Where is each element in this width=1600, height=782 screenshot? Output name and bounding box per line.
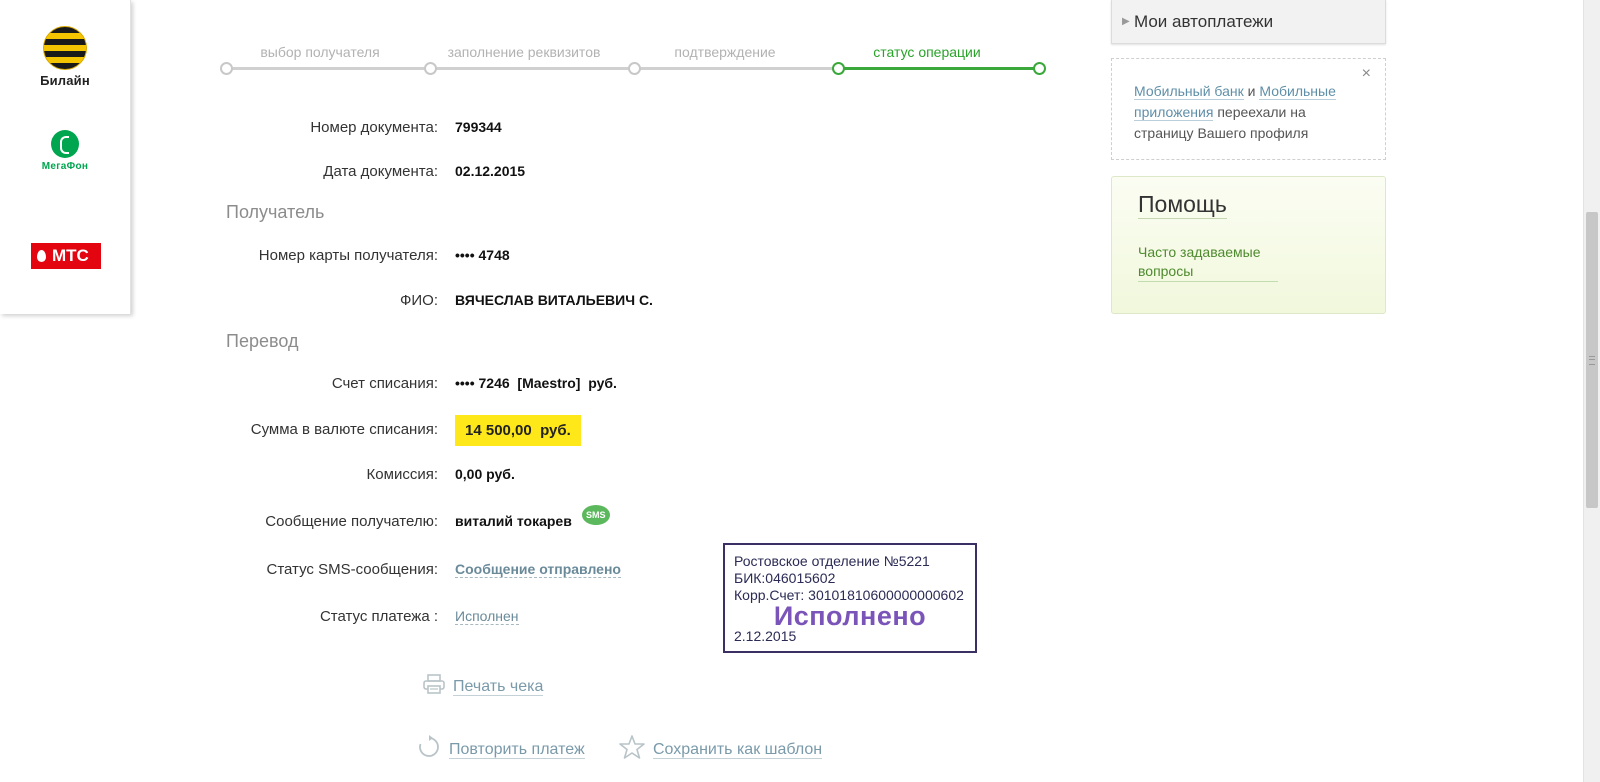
progress-steps: выбор получателя заполнение реквизитов п… (220, 40, 1046, 80)
faq-link[interactable]: Часто задаваемые вопросы (1138, 243, 1278, 282)
doc-number-row: Номер документа: 799344 (0, 119, 1000, 143)
beeline-label: Билайн (40, 73, 90, 88)
save-template-button[interactable]: Сохранить как шаблон (619, 735, 823, 764)
sms-status-label: Статус SMS-сообщения: (266, 561, 439, 578)
step-dot-4 (832, 62, 845, 75)
amount-label: Сумма в валюте списания: (250, 421, 438, 438)
card-value: •••• 4748 (455, 247, 510, 263)
notice-and: и (1243, 83, 1260, 99)
beeline-logo[interactable]: Билайн (0, 26, 130, 88)
printer-icon (423, 674, 445, 699)
moved-notice: × Мобильный банк и Мобильные приложения … (1111, 58, 1386, 160)
sms-status-link[interactable]: Сообщение отправлено (455, 561, 621, 578)
doc-date-label: Дата документа: (323, 163, 438, 180)
section-recipient: Получатель (226, 202, 325, 222)
card-row: Номер карты получателя: •••• 4748 (0, 247, 1000, 271)
doc-number-label: Номер документа: (310, 119, 438, 136)
my-autopayments-link[interactable]: ▶ Мои автоплатежи (1111, 0, 1386, 44)
star-icon (619, 735, 645, 764)
save-template-label: Сохранить как шаблон (653, 740, 823, 759)
stamp-branch: Ростовское отделение №5221 (734, 553, 930, 569)
account-value: •••• 7246 [Maestro] руб. (455, 375, 617, 391)
fio-label: ФИО: (399, 292, 438, 309)
doc-number-value: 799344 (455, 119, 502, 135)
payment-status-label: Статус платежа : (319, 608, 438, 625)
sms-status-value-wrap: Сообщение отправлено (455, 561, 621, 578)
message-value-wrap: виталий токарев SMS (455, 505, 610, 533)
bank-stamp: Ростовское отделение №5221 БИК:046015602… (723, 543, 977, 653)
stamp-bik: БИК:046015602 (734, 570, 836, 586)
my-autopayments-label: Мои автоплатежи (1134, 12, 1274, 31)
help-box: Помощь Часто задаваемые вопросы (1111, 176, 1386, 314)
fee-value: 0,00 руб. (455, 466, 515, 482)
scrollbar-thumb[interactable] (1586, 212, 1598, 508)
mobile-bank-link[interactable]: Мобильный банк (1134, 83, 1244, 100)
beeline-icon (43, 26, 87, 70)
amount-row: Сумма в валюте списания: 14 500,00 руб. (0, 415, 1000, 446)
fio-value: ВЯЧЕСЛАВ ВИТАЛЬЕВИЧ С. (455, 292, 653, 308)
fio-row: ФИО: ВЯЧЕСЛАВ ВИТАЛЬЕВИЧ С. (0, 292, 1000, 316)
doc-date-row: Дата документа: 02.12.2015 (0, 163, 1000, 187)
amount-value: 14 500,00 руб. (455, 415, 581, 446)
account-label: Счет списания: (331, 375, 438, 392)
grip-icon (1589, 356, 1595, 365)
repeat-payment-button[interactable]: Повторить платеж (417, 735, 585, 764)
message-label: Сообщение получателю: (265, 513, 438, 530)
repeat-icon (417, 735, 441, 764)
step-label-3: подтверждение (674, 44, 776, 60)
fee-row: Комиссия: 0,00 руб. (0, 466, 1000, 490)
step-dot-5 (1033, 62, 1046, 75)
print-receipt-button[interactable]: Печать чека (423, 674, 544, 699)
step-label-1: выбор получателя (260, 44, 380, 60)
section-transfer: Перевод (226, 331, 299, 351)
step-label-4: статус операции (873, 44, 981, 60)
stamp-executed: Исполнено (773, 601, 927, 631)
step-line-inactive (226, 67, 836, 70)
repeat-payment-label: Повторить платеж (449, 740, 585, 759)
print-receipt-label: Печать чека (453, 677, 544, 696)
doc-date-value: 02.12.2015 (455, 163, 526, 179)
arrow-right-icon: ▶ (1122, 16, 1130, 27)
step-line-active (836, 67, 1036, 70)
message-row: Сообщение получателю: виталий токарев SM… (0, 505, 1000, 537)
step-dot-3 (628, 62, 641, 75)
account-row: Счет списания: •••• 7246 [Maestro] руб. (0, 375, 1000, 399)
card-label: Номер карты получателя: (258, 247, 438, 264)
step-dot-2 (424, 62, 437, 75)
fee-label: Комиссия: (366, 466, 438, 483)
sms-icon: SMS (581, 505, 610, 525)
scrollbar[interactable] (1583, 0, 1600, 782)
step-dot-1 (220, 62, 233, 75)
step-label-2: заполнение реквизитов (447, 44, 601, 60)
payment-status-value-wrap: Исполнен (455, 608, 519, 625)
message-value: виталий токарев (455, 513, 572, 529)
payment-status-link[interactable]: Исполнен (455, 608, 519, 625)
close-icon[interactable]: × (1362, 63, 1371, 84)
help-title[interactable]: Помощь (1138, 191, 1227, 219)
